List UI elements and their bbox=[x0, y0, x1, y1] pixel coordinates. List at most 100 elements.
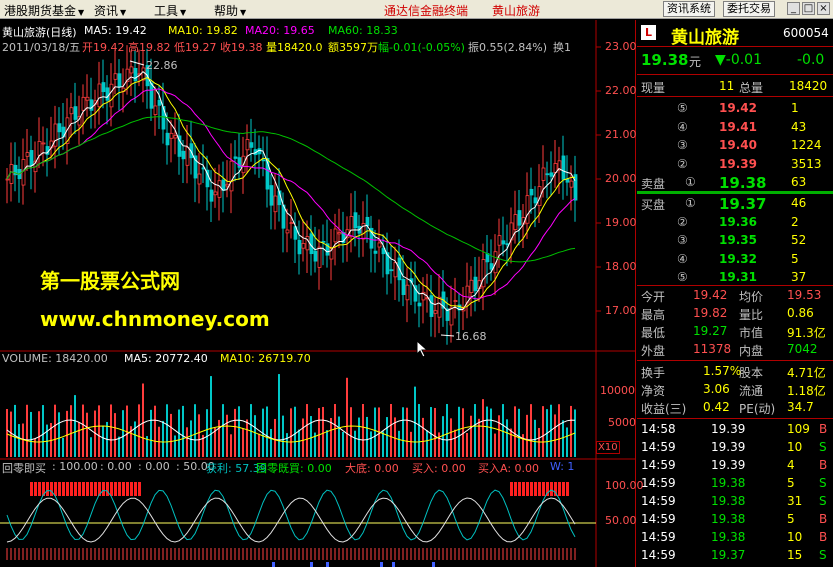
stat-row: 净资 3.06 流通 1.18亿 bbox=[637, 381, 833, 399]
candle-body bbox=[81, 96, 86, 111]
volume-unit: X10 bbox=[596, 441, 620, 454]
candle-body bbox=[197, 173, 202, 185]
maximize-icon[interactable]: □ bbox=[802, 2, 815, 15]
menu-item-tools[interactable]: 工具 ▼ bbox=[154, 2, 186, 19]
ask-price: 19.38 bbox=[719, 174, 767, 193]
candle-body bbox=[497, 235, 502, 246]
volume-bar bbox=[466, 432, 468, 457]
stat-label: 净资 bbox=[641, 384, 666, 398]
bid-price: 19.35 bbox=[719, 233, 757, 248]
indicator-value: 大底: 0.00 bbox=[345, 462, 399, 475]
bid-row: 买盘 ① 19.37 46 bbox=[637, 195, 833, 213]
info-system-button[interactable]: 资讯系统 bbox=[663, 1, 715, 17]
volume-bar bbox=[122, 410, 124, 457]
menu-item-help[interactable]: 帮助 ▼ bbox=[214, 2, 246, 19]
indicator-value: 回零既買: 0.00 bbox=[256, 462, 332, 475]
candle-body bbox=[333, 228, 338, 243]
stat-label: 换手 bbox=[641, 366, 666, 380]
indicator-signal-bar bbox=[102, 482, 105, 496]
volume-bar bbox=[210, 376, 212, 457]
indicator-signal-bar bbox=[562, 482, 565, 496]
trade-button[interactable]: 委托交易 bbox=[723, 1, 775, 17]
volume-bar bbox=[386, 417, 388, 457]
ask-price: 19.40 bbox=[719, 138, 757, 153]
volume-bar bbox=[26, 404, 28, 457]
volume-bar bbox=[418, 404, 420, 457]
volume-bar bbox=[70, 405, 72, 457]
candle-body bbox=[97, 83, 102, 108]
bid-row: ② 19.36 2 bbox=[637, 214, 833, 232]
volume-bar bbox=[470, 415, 472, 457]
indicator-signal-bar bbox=[54, 482, 57, 496]
min-arrow bbox=[440, 334, 455, 337]
volume-bar bbox=[406, 407, 408, 457]
tick-time: 14:59 bbox=[641, 548, 676, 562]
volume-bar bbox=[538, 428, 540, 457]
tick-price: 19.38 bbox=[711, 476, 746, 490]
window-stock: 黄山旅游 bbox=[492, 4, 541, 18]
volume-ma5: MA5: 20772.40 bbox=[124, 352, 208, 365]
tick-side: B bbox=[819, 530, 828, 544]
indicator-signal-bar bbox=[94, 482, 97, 496]
price-axis-label: 23.00 bbox=[605, 40, 637, 53]
minimize-icon[interactable]: _ bbox=[787, 2, 800, 15]
candle-body bbox=[529, 188, 534, 196]
ma60-label: MA60: 18.33 bbox=[328, 24, 398, 37]
candle-body bbox=[109, 83, 114, 108]
close-icon[interactable]: × bbox=[817, 2, 830, 15]
indicator-signal-bar bbox=[86, 482, 89, 496]
candle-body bbox=[29, 150, 34, 166]
volume-bar bbox=[34, 438, 36, 457]
stat-row: 换手 1.57% 股本 4.71亿 bbox=[637, 363, 833, 381]
quote-panel: L 黄山旅游 600054 19.38 元 ▼-0.01 -0.0 现量 11 … bbox=[637, 20, 833, 567]
candle-body bbox=[285, 229, 290, 234]
stat-value: 0.86 bbox=[787, 306, 814, 320]
ask-volume: 3513 bbox=[791, 156, 822, 171]
tick-row: 14:59 19.39 10 S bbox=[637, 439, 833, 457]
volume-bar bbox=[526, 414, 528, 457]
candle-body bbox=[245, 139, 250, 151]
info-amt: 额3597万 bbox=[328, 41, 378, 54]
volume-bar bbox=[410, 431, 412, 457]
info-date: 2011/03/18/五 bbox=[2, 41, 81, 54]
price-change: ▼-0.01 bbox=[715, 52, 762, 68]
indicator-marker bbox=[392, 562, 395, 567]
tick-side: B bbox=[819, 458, 828, 472]
volume-bar bbox=[30, 411, 32, 457]
menu-item-info[interactable]: 资讯 ▼ bbox=[94, 2, 126, 19]
stat-value: 91.3亿 bbox=[787, 326, 826, 340]
candle-body bbox=[549, 172, 554, 177]
tick-price: 19.38 bbox=[711, 494, 746, 508]
level-no: ④ bbox=[677, 119, 688, 134]
menu-item-hk[interactable]: 港股期货基金 ▼ bbox=[4, 2, 84, 19]
price-unit: 元 bbox=[689, 55, 702, 69]
indicator-signal-bar bbox=[510, 482, 513, 496]
kline-chart[interactable]: 黄山旅游(日线) MA5: 19.42 MA10: 19.82 MA20: 19… bbox=[0, 20, 644, 567]
chevron-down-icon: ▼ bbox=[180, 8, 187, 17]
volume-bar bbox=[226, 414, 228, 457]
indicator-value: 买入: 0.00 bbox=[412, 462, 466, 475]
stock-code: 600054 bbox=[783, 26, 829, 40]
volume-bar bbox=[322, 406, 324, 457]
volume-bar bbox=[174, 435, 176, 457]
tick-price: 19.38 bbox=[711, 512, 746, 526]
info-turn: 换1 bbox=[553, 41, 571, 54]
tick-volume: 31 bbox=[787, 494, 803, 508]
volume-bar bbox=[458, 406, 460, 457]
tick-volume: 4 bbox=[787, 458, 795, 472]
volume-bar bbox=[154, 405, 156, 457]
volume-bar bbox=[90, 437, 92, 457]
stat-label: 股本 bbox=[739, 366, 764, 380]
ask-row: 卖盘 ① 19.38 63 bbox=[637, 174, 833, 192]
candle-body bbox=[233, 156, 238, 159]
indicator-signal-bar bbox=[522, 482, 525, 496]
indicator-signal-bar bbox=[90, 482, 93, 496]
tick-time: 14:59 bbox=[641, 494, 676, 508]
zongliang-value: 18420 bbox=[789, 79, 828, 93]
volume-bar bbox=[214, 427, 216, 457]
candle-body bbox=[133, 67, 138, 82]
indicator-marker bbox=[432, 562, 435, 567]
ask-row: ③ 19.40 1224 bbox=[637, 137, 833, 155]
volume-bar bbox=[198, 414, 200, 457]
candle-body bbox=[181, 150, 186, 160]
